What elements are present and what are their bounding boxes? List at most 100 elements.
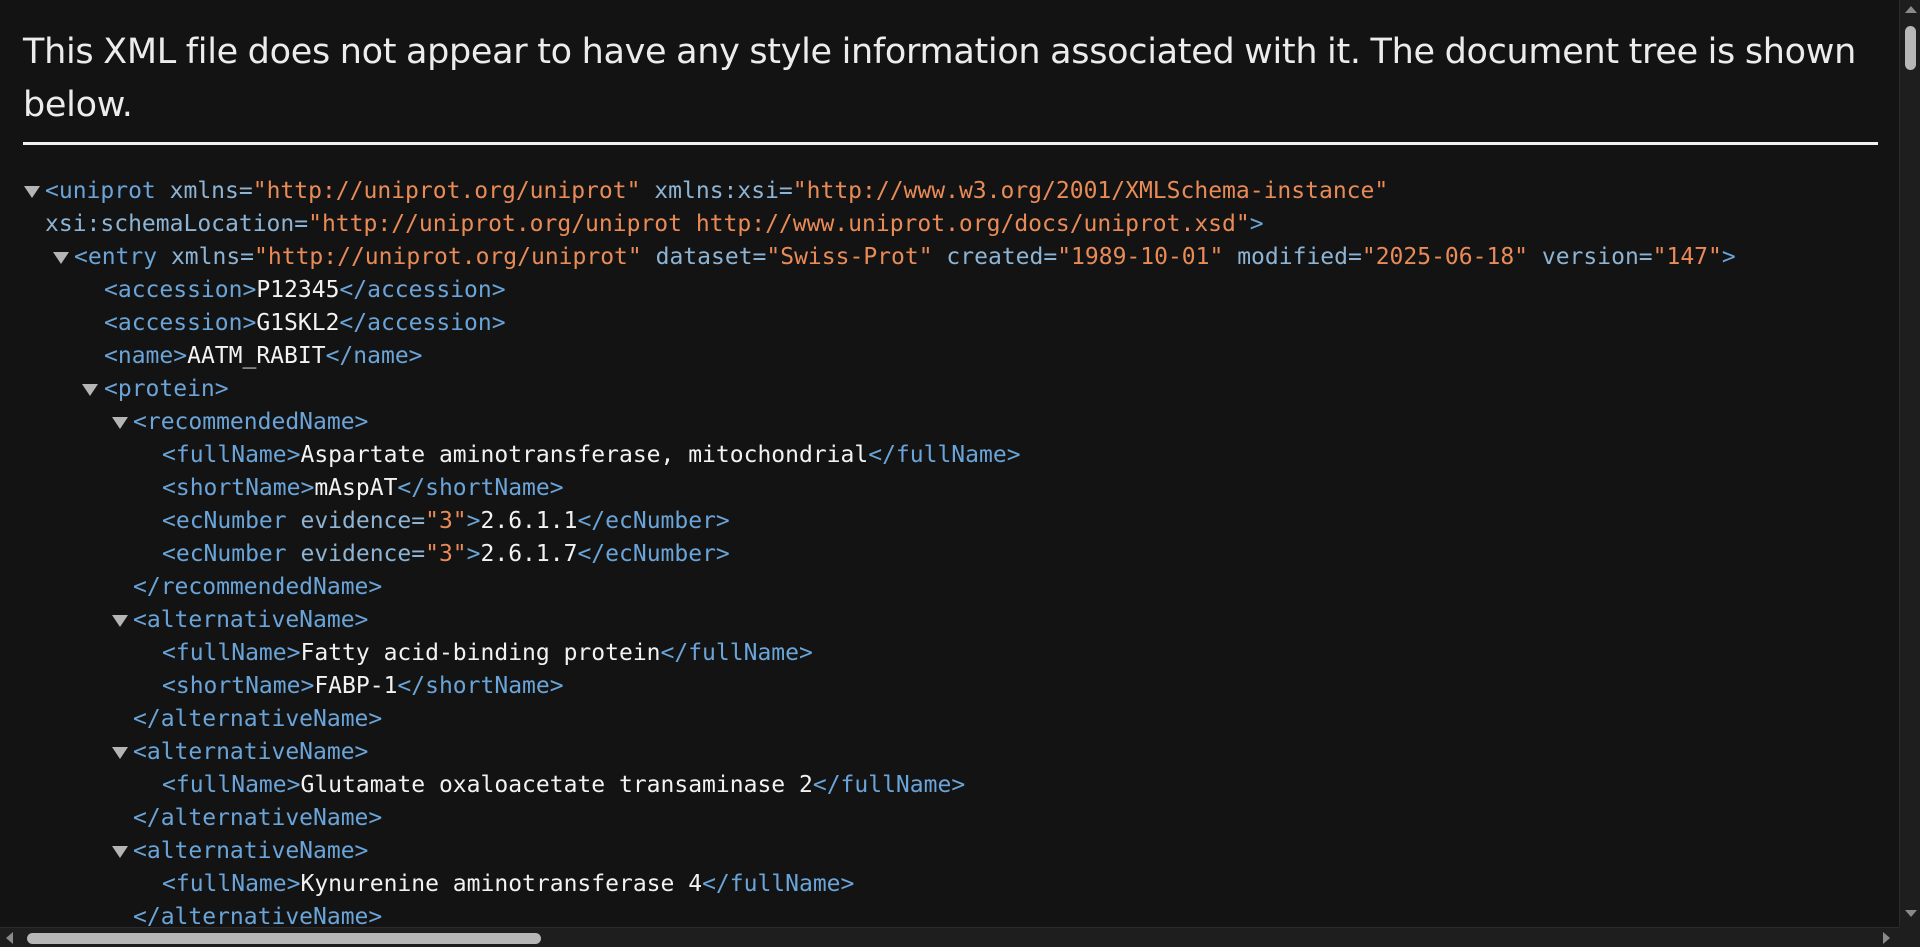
tag-alternative-name-open: <alternativeName>: [133, 838, 369, 864]
scroll-left-arrow-icon[interactable]: [6, 932, 13, 944]
protein-open-line: <protein>: [0, 373, 1899, 406]
vertical-scrollbar[interactable]: [1899, 0, 1920, 927]
tag-uniprot-bracket: >: [1249, 211, 1264, 237]
fullname-value: Aspartate aminotransferase, mitochondria…: [300, 442, 869, 468]
scroll-right-arrow-icon[interactable]: [1883, 932, 1890, 944]
horizontal-scrollbar[interactable]: [0, 927, 1899, 947]
tag-shortname-open: <shortName>: [162, 673, 315, 699]
recommended-name-open-line: <recommendedName>: [0, 406, 1899, 439]
attr-entry-xmlns: xmlns=: [157, 244, 255, 270]
attr-xmlns: xmlns=: [155, 178, 253, 204]
attr-evidence: evidence=: [286, 541, 426, 567]
attr-evidence-value: "3": [425, 508, 467, 534]
collapse-protein-icon[interactable]: [81, 381, 99, 399]
tag-fullname-open: <fullName>: [162, 640, 301, 666]
attr-created: created=: [932, 244, 1058, 270]
alternative-name-open-line: <alternativeName>: [0, 604, 1899, 637]
uniprot-schema-line: xsi:schemaLocation="http://uniprot.org/u…: [0, 208, 1899, 241]
shortname-value: mAspAT: [314, 475, 398, 501]
alternative-name-close-line: </alternativeName>: [0, 802, 1899, 835]
attr-xmlns-xsi: xmlns:xsi=: [640, 178, 793, 204]
tag-accession-open: <accession>: [104, 277, 257, 303]
alternative-name-open-line: <alternativeName>: [0, 835, 1899, 868]
entry-open-line: <entry xmlns="http://uniprot.org/uniprot…: [0, 241, 1899, 274]
ecnumber-value: 2.6.1.1: [480, 508, 578, 534]
scroll-up-arrow-icon[interactable]: [1905, 6, 1917, 13]
attr-entry-xmlns-value: "http://uniprot.org/uniprot": [254, 244, 642, 270]
tag-recommended-name-open: <recommendedName>: [133, 409, 369, 435]
tag-entry-bracket: >: [1721, 244, 1736, 270]
fullname-line: <fullName>Kynurenine aminotransferase 4<…: [0, 868, 1899, 901]
tag-uniprot-open: <uniprot: [45, 178, 156, 204]
tag-alternative-name-open: <alternativeName>: [133, 739, 369, 765]
tag-fullname-open: <fullName>: [162, 871, 301, 897]
accession-value: P12345: [256, 277, 340, 303]
attr-created-value: "1989-10-01": [1057, 244, 1224, 270]
fullname-line: <fullName>Glutamate oxaloacetate transam…: [0, 769, 1899, 802]
ecnumber-value: 2.6.1.7: [480, 541, 578, 567]
name-line: <name>AATM_RABIT</name>: [0, 340, 1899, 373]
tag-ecnumber-bracket: >: [466, 508, 481, 534]
ecnumber-line: <ecNumber evidence="3">2.6.1.1</ecNumber…: [0, 505, 1899, 538]
tag-ecnumber-close: </ecNumber>: [577, 541, 730, 567]
collapse-alternative-name-icon[interactable]: [111, 843, 129, 861]
tag-fullname-close: </fullName>: [868, 442, 1021, 468]
attr-dataset: dataset=: [641, 244, 767, 270]
collapse-uniprot-icon[interactable]: [23, 183, 41, 201]
fullname-line: <fullName>Aspartate aminotransferase, mi…: [0, 439, 1899, 472]
attr-xmlns-value: "http://uniprot.org/uniprot": [252, 178, 641, 204]
style-info-banner: This XML file does not appear to have an…: [23, 32, 1856, 125]
tag-alternative-name-open: <alternativeName>: [133, 607, 369, 633]
name-value: AATM_RABIT: [187, 343, 326, 369]
tag-fullname-open: <fullName>: [162, 442, 301, 468]
attr-version-value: "147": [1652, 244, 1722, 270]
tag-shortname-close: </shortName>: [397, 673, 564, 699]
attr-version: version=: [1528, 244, 1653, 270]
alternative-name-open-line: <alternativeName>: [0, 736, 1899, 769]
shortname-value: FABP-1: [314, 673, 398, 699]
tag-accession-close: </accession>: [339, 310, 506, 336]
attr-modified-value: "2025-06-18": [1361, 244, 1529, 270]
fullname-line: <fullName>Fatty acid-binding protein</fu…: [0, 637, 1899, 670]
fullname-value: Fatty acid-binding protein: [300, 640, 661, 666]
shortname-line: <shortName>FABP-1</shortName>: [0, 670, 1899, 703]
accession-line: <accession>P12345</accession>: [0, 274, 1899, 307]
tag-accession-open: <accession>: [104, 310, 257, 336]
tag-fullname-open: <fullName>: [162, 772, 301, 798]
tag-fullname-close: </fullName>: [660, 640, 813, 666]
vertical-scroll-thumb[interactable]: [1905, 26, 1916, 70]
tag-entry-open: <entry: [74, 244, 158, 270]
attr-modified: modified=: [1223, 244, 1362, 270]
attr-schema-location: xsi:schemaLocation=: [45, 211, 309, 237]
horizontal-scroll-thumb[interactable]: [27, 933, 541, 944]
tag-alternative-name-close: </alternativeName>: [133, 805, 383, 831]
xml-viewer: This XML file does not appear to have an…: [0, 0, 1899, 927]
ecnumber-line: <ecNumber evidence="3">2.6.1.7</ecNumber…: [0, 538, 1899, 571]
collapse-alternative-name-icon[interactable]: [111, 612, 129, 630]
alternative-name-close-line: </alternativeName>: [0, 901, 1899, 927]
fullname-value: Glutamate oxaloacetate transaminase 2: [300, 772, 813, 798]
collapse-alternative-name-icon[interactable]: [111, 744, 129, 762]
scroll-down-arrow-icon[interactable]: [1905, 910, 1917, 917]
attr-schema-location-value: "http://uniprot.org/uniprot http://www.u…: [308, 211, 1250, 237]
tag-name-close: </name>: [325, 343, 423, 369]
tag-fullname-close: </fullName>: [702, 871, 855, 897]
tag-shortname-close: </shortName>: [397, 475, 564, 501]
accession-line: <accession>G1SKL2</accession>: [0, 307, 1899, 340]
scrollbar-corner: [1899, 927, 1920, 947]
tag-ecnumber-bracket: >: [466, 541, 481, 567]
accession-value: G1SKL2: [256, 310, 340, 336]
tag-fullname-close: </fullName>: [812, 772, 966, 798]
attr-evidence-value: "3": [425, 541, 467, 567]
xml-document-tree: <uniprot xmlns="http://uniprot.org/unipr…: [0, 175, 1899, 927]
attr-dataset-value: "Swiss-Prot": [766, 244, 933, 270]
collapse-entry-icon[interactable]: [52, 249, 70, 267]
collapse-recommended-name-icon[interactable]: [111, 414, 129, 432]
tag-recommended-name-close: </recommendedName>: [133, 574, 383, 600]
attr-xmlns-xsi-value: "http://www.w3.org/2001/XMLSchema-instan…: [792, 178, 1389, 204]
tag-ecnumber-close: </ecNumber>: [577, 508, 730, 534]
tag-alternative-name-close: </alternativeName>: [133, 904, 383, 927]
tag-accession-close: </accession>: [339, 277, 506, 303]
tag-shortname-open: <shortName>: [162, 475, 315, 501]
uniprot-open-line: <uniprot xmlns="http://uniprot.org/unipr…: [0, 175, 1899, 208]
